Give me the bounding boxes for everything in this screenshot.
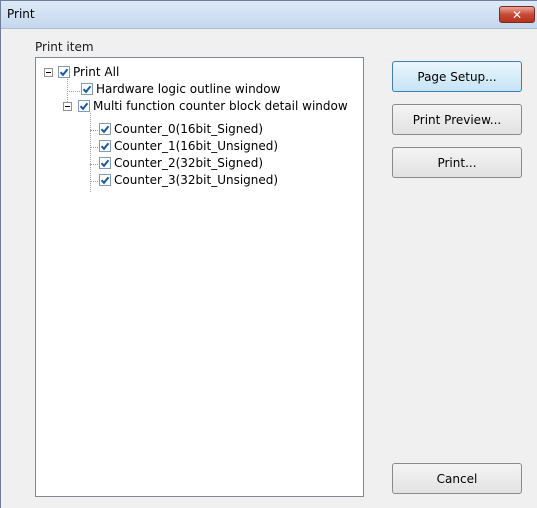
print-item-label: Print item [35,40,94,54]
cancel-button[interactable]: Cancel [392,463,522,494]
checkbox-counter-1[interactable] [99,140,111,152]
checkmark-icon [100,142,110,151]
checkbox-counter-3[interactable] [99,174,111,186]
print-preview-button[interactable]: Print Preview... [392,104,522,135]
page-setup-button[interactable]: Page Setup... [392,61,522,92]
print-dialog: Print ✕ Print item Print All Hardware lo… [0,0,537,508]
tree-node-label: Multi function counter block detail wind… [93,99,348,113]
checkbox-counter-0[interactable] [99,123,111,135]
tree-node-label: Hardware logic outline window [96,82,281,96]
tree-node-counter-3: Counter_3(32bit_Unsigned) [36,172,365,189]
tree-node-label: Print All [73,65,120,79]
checkmark-icon [82,85,92,94]
tree-node-label: Counter_0(16bit_Signed) [114,122,264,136]
checkbox-multi-function[interactable] [78,100,90,112]
tree-node-multi-function: Multi function counter block detail wind… [36,98,365,115]
tree-node-counter-0: Counter_0(16bit_Signed) [36,121,365,138]
tree-node-label: Counter_2(32bit_Signed) [114,156,264,170]
close-button[interactable]: ✕ [499,6,535,23]
checkmark-icon [100,176,110,185]
tree-node-print-all: Print All [36,64,365,81]
collapse-icon[interactable] [63,102,72,111]
tree-node-label: Counter_3(32bit_Unsigned) [114,173,279,187]
checkbox-print-all[interactable] [58,66,70,78]
checkmark-icon [79,102,89,111]
window-title: Print [7,7,35,21]
checkmark-icon [100,125,110,134]
title-bar[interactable]: Print ✕ [1,1,537,29]
print-button[interactable]: Print... [392,147,522,178]
tree-node-label: Counter_1(16bit_Unsigned) [114,139,279,153]
checkbox-hardware[interactable] [81,83,93,95]
checkmark-icon [100,159,110,168]
checkmark-icon [59,68,69,77]
tree-node-hardware: Hardware logic outline window [36,81,365,98]
collapse-icon[interactable] [44,68,53,77]
close-icon: ✕ [511,7,523,22]
checkbox-counter-2[interactable] [99,157,111,169]
print-item-tree[interactable]: Print All Hardware logic outline window … [35,57,364,497]
tree-node-counter-1: Counter_1(16bit_Unsigned) [36,138,365,155]
tree-node-counter-2: Counter_2(32bit_Signed) [36,155,365,172]
